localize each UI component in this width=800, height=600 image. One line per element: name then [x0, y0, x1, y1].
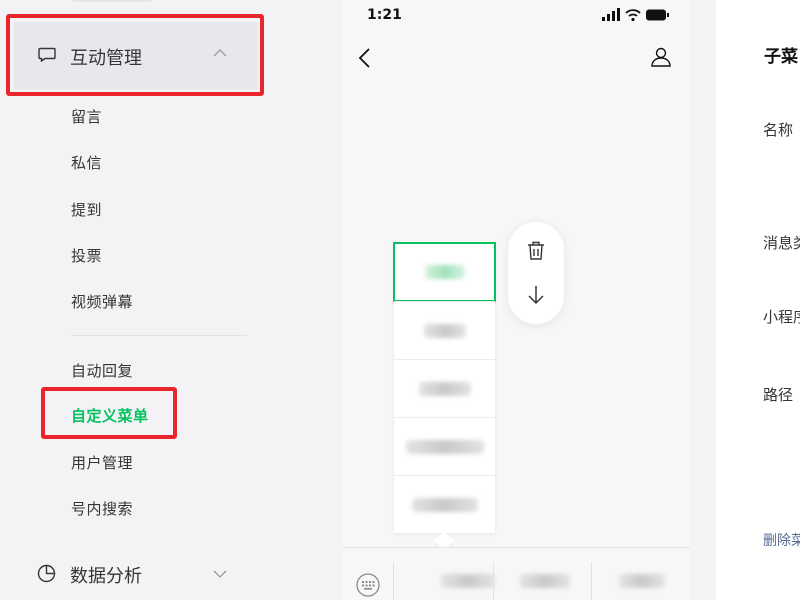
submenu-item[interactable] — [393, 242, 496, 302]
status-icons — [602, 8, 669, 22]
panel-title: 子菜 — [764, 47, 798, 67]
main-menu-tab[interactable] — [495, 574, 595, 588]
sidebar-item-video-danmaku[interactable]: 视频弹幕 — [71, 291, 133, 312]
submenu-list — [393, 242, 496, 533]
previous-item-remnant — [72, 0, 152, 2]
sidebar-item-private-messages[interactable]: 私信 — [71, 152, 102, 173]
blurred-label — [520, 574, 570, 588]
path-field-label: 路径 — [763, 386, 794, 404]
blurred-label — [423, 323, 466, 338]
submenu-item[interactable] — [394, 359, 495, 417]
blurred-label — [424, 265, 465, 279]
pie-chart-icon — [37, 564, 56, 583]
sidebar-item-in-account-search[interactable]: 号内搜索 — [71, 498, 133, 519]
blurred-label — [618, 574, 665, 588]
phone-menu-bar — [343, 547, 690, 600]
main-menu-tab[interactable] — [593, 574, 690, 588]
move-down-arrow-icon[interactable] — [527, 285, 545, 305]
bar-divider — [591, 562, 592, 600]
data-analysis-group-title[interactable]: 数据分析 — [70, 562, 142, 588]
interaction-group-title: 互动管理 — [70, 48, 142, 69]
sidebar-item-user-management[interactable]: 用户管理 — [71, 452, 133, 473]
bar-divider — [493, 562, 494, 600]
mini-program-label: 小程序 — [763, 308, 800, 326]
delete-menu-link[interactable]: 删除菜 — [763, 530, 800, 550]
chevron-up-icon[interactable] — [213, 48, 227, 58]
message-icon — [38, 47, 56, 62]
sidebar-item-custom-menu[interactable]: 自定义菜单 — [71, 405, 149, 426]
sidebar-item-comments[interactable]: 留言 — [71, 106, 102, 127]
bar-divider — [393, 562, 394, 600]
user-icon[interactable] — [650, 46, 672, 68]
blurred-label — [411, 497, 478, 512]
status-time: 1:21 — [367, 7, 402, 23]
submenu-actions — [508, 222, 564, 324]
sidebar: 互动管理 留言 私信 提到 投票 视频弹幕 自动回复 自定义菜单 用户管理 号内… — [0, 0, 340, 600]
message-type-label: 消息类 — [763, 234, 800, 252]
submenu-item[interactable] — [394, 475, 495, 533]
submenu-edit-panel: 子菜 名称 消息类 小程序 路径 删除菜 — [716, 0, 800, 600]
sidebar-item-mentions[interactable]: 提到 — [71, 199, 102, 220]
submenu-item[interactable] — [394, 417, 495, 475]
chevron-down-icon[interactable] — [213, 569, 227, 579]
name-field-label: 名称 — [763, 121, 794, 139]
sidebar-divider — [71, 335, 247, 336]
sidebar-item-auto-reply[interactable]: 自动回复 — [71, 360, 133, 381]
submenu-item[interactable] — [394, 301, 495, 359]
blurred-label — [441, 574, 495, 588]
trash-icon[interactable] — [527, 241, 545, 261]
back-arrow-icon[interactable] — [357, 47, 371, 69]
phone-preview: 1:21 — [343, 0, 690, 600]
blurred-label — [405, 439, 484, 454]
keyboard-icon[interactable] — [356, 573, 380, 597]
sidebar-item-voting[interactable]: 投票 — [71, 245, 102, 266]
blurred-label — [418, 381, 471, 396]
